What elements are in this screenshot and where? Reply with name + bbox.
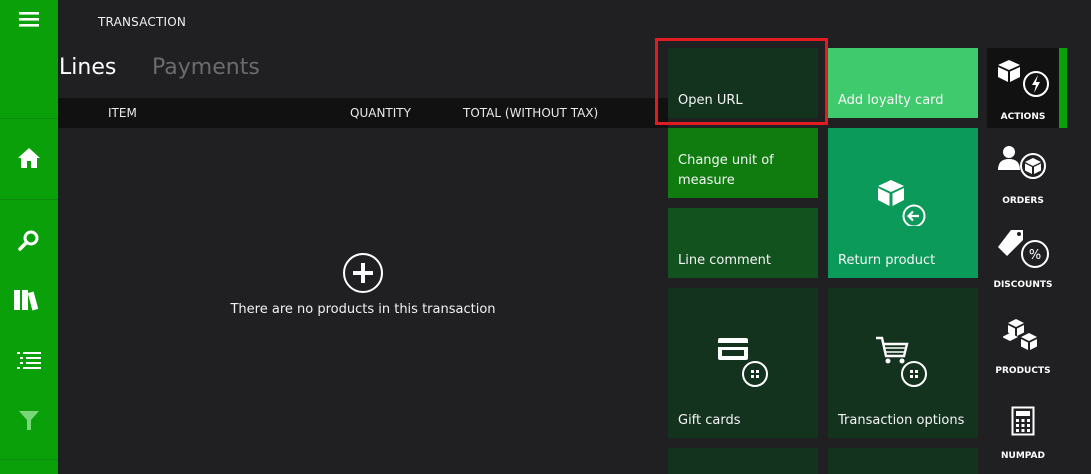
orders-tab[interactable]: ORDERS <box>987 136 1091 216</box>
add-loyalty-card-button[interactable]: Add loyalty card <box>828 48 978 118</box>
pos-screen: TRANSACTION Lines Payments ITEM QUANTITY… <box>0 0 1091 474</box>
add-product-icon[interactable] <box>343 253 383 293</box>
transaction-options-button[interactable]: Transaction options <box>828 288 978 438</box>
gift-card-icon <box>718 338 768 387</box>
line-comment-label: Line comment <box>678 253 771 268</box>
lines-grid-header: ITEM QUANTITY TOTAL (WITHOUT TAX) <box>58 98 668 128</box>
line-comment-button[interactable]: Line comment <box>668 208 818 278</box>
page-title: TRANSACTION <box>98 15 187 29</box>
open-url-label: Open URL <box>678 93 743 108</box>
discounts-label: DISCOUNTS <box>993 280 1053 290</box>
right-panel: ACTIONS ORDERS % DISCOUNTS PRODUCTS NUMP… <box>987 48 1091 474</box>
products-label: PRODUCTS <box>995 366 1051 376</box>
actions-label: ACTIONS <box>1000 112 1046 122</box>
tab-payments[interactable]: Payments <box>152 55 260 80</box>
list-icon[interactable] <box>0 342 58 378</box>
column-header-total[interactable]: TOTAL (WITHOUT TAX) <box>463 106 598 120</box>
home-icon[interactable] <box>0 140 58 176</box>
calculator-icon <box>1011 406 1035 436</box>
change-unit-label-line1: Change unit of <box>678 153 774 168</box>
actions-icon <box>998 60 1049 97</box>
library-books-icon[interactable] <box>0 282 58 318</box>
selected-indicator <box>1059 48 1067 128</box>
change-unit-of-measure-label: Change unit of measure <box>678 151 774 191</box>
column-header-quantity[interactable]: QUANTITY <box>350 106 411 120</box>
numpad-label: NUMPAD <box>1000 451 1045 461</box>
discounts-tab[interactable]: % DISCOUNTS <box>987 220 1091 300</box>
shopping-cart-icon <box>876 336 927 387</box>
nav-divider <box>0 459 58 460</box>
return-product-button[interactable]: Return product <box>828 128 978 278</box>
return-product-icon <box>878 180 926 226</box>
products-icon <box>1003 319 1037 350</box>
change-unit-label-line2: measure <box>678 173 735 188</box>
hamburger-menu-icon[interactable] <box>0 6 58 32</box>
nav-divider <box>0 199 58 200</box>
gift-cards-label: Gift cards <box>678 413 741 428</box>
actions-tab[interactable]: ACTIONS <box>987 48 1067 128</box>
open-url-button[interactable]: Open URL <box>668 48 818 118</box>
gift-cards-button[interactable]: Gift cards <box>668 288 818 438</box>
tab-lines[interactable]: Lines <box>59 55 116 80</box>
empty-message: There are no products in this transactio… <box>230 302 496 317</box>
tile-partial[interactable] <box>828 448 978 474</box>
orders-icon <box>998 146 1046 179</box>
tile-partial[interactable] <box>668 448 818 474</box>
svg-text:%: % <box>1029 248 1041 263</box>
products-tab[interactable]: PRODUCTS <box>987 304 1091 384</box>
return-product-label: Return product <box>838 253 936 268</box>
add-loyalty-card-label: Add loyalty card <box>838 93 944 108</box>
transaction-options-label: Transaction options <box>838 413 965 428</box>
discounts-icon: % <box>998 230 1049 268</box>
left-navigation <box>0 0 58 474</box>
filter-icon[interactable] <box>0 402 58 438</box>
change-unit-of-measure-button[interactable]: Change unit of measure <box>668 128 818 198</box>
empty-state: There are no products in this transactio… <box>58 253 668 317</box>
column-header-item[interactable]: ITEM <box>108 106 137 120</box>
search-icon[interactable] <box>0 222 58 258</box>
nav-divider <box>0 118 58 119</box>
orders-label: ORDERS <box>1002 196 1044 206</box>
numpad-tab[interactable]: NUMPAD <box>987 394 1091 474</box>
